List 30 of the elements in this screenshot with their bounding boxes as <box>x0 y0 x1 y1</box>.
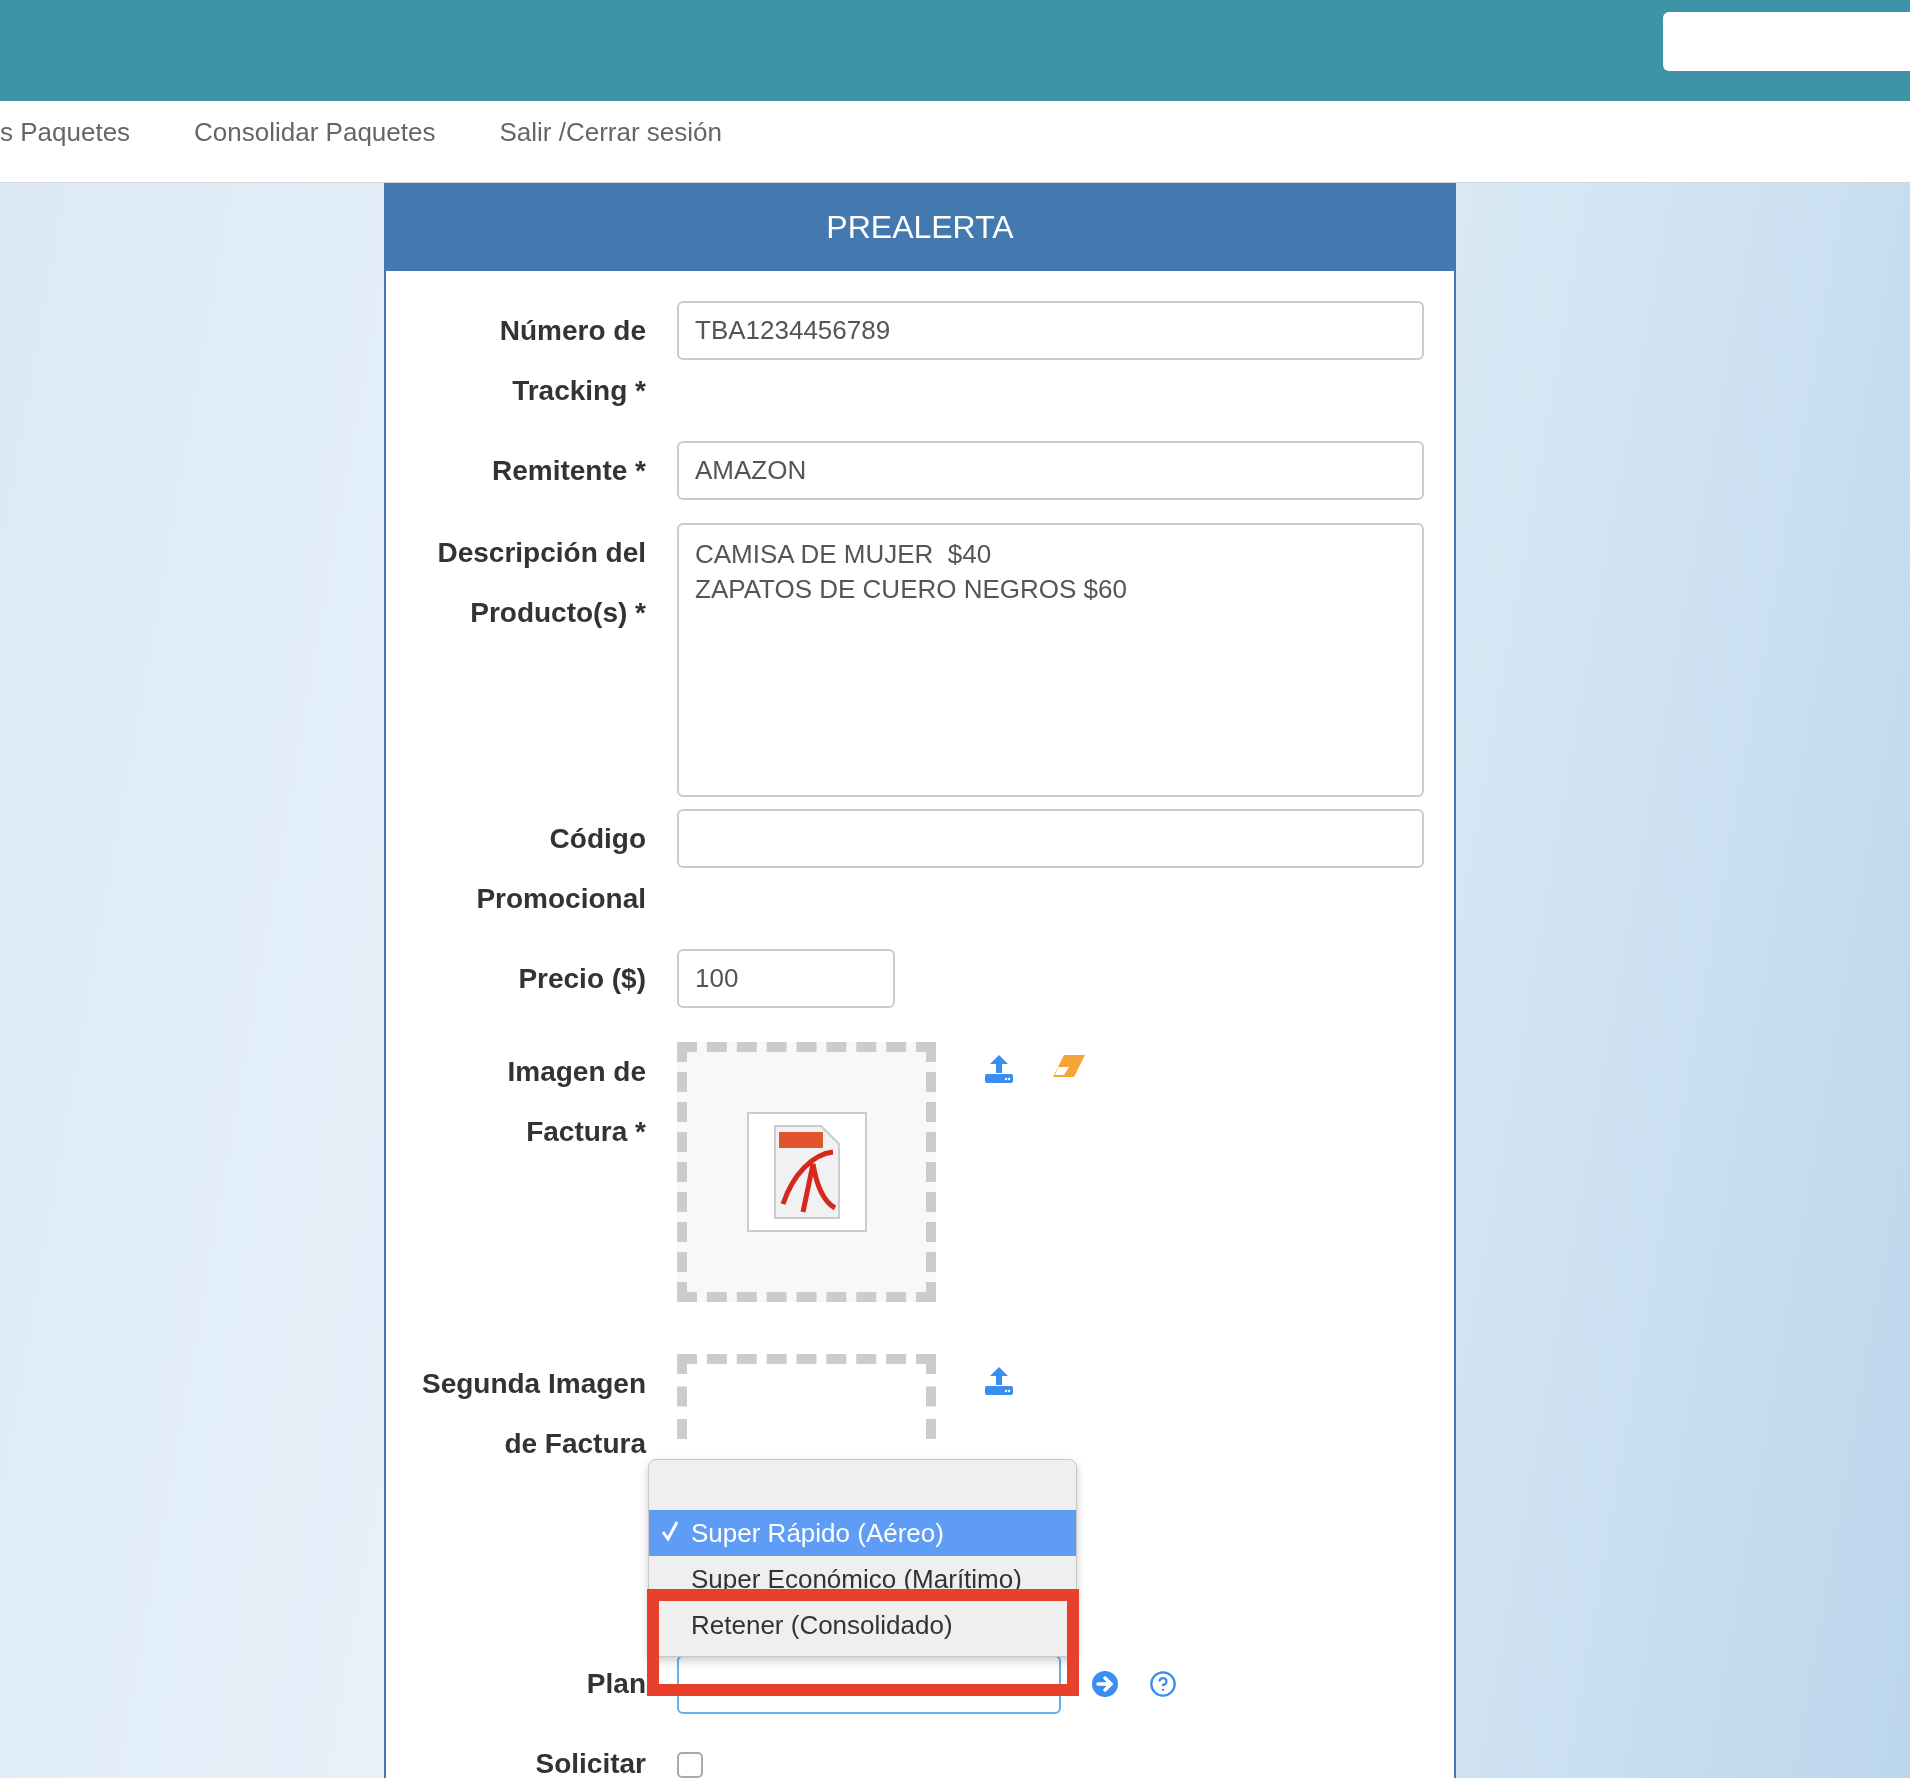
dropdown-option[interactable]: Super Económico (Marítimo) <box>649 1556 1076 1602</box>
field-label: Descripción del Producto(s) * <box>437 536 646 630</box>
text-input[interactable]: AMAZON <box>677 441 1424 500</box>
check-icon <box>661 1520 679 1542</box>
field-label: Imagen de Factura * <box>507 1055 646 1149</box>
field-label: Solicitar <box>535 1747 646 1778</box>
field-label: Precio ($) <box>518 962 646 996</box>
text-input[interactable]: TBA1234456789 <box>677 301 1424 360</box>
eraser-icon[interactable] <box>1052 1054 1086 1078</box>
text-input[interactable] <box>677 809 1424 868</box>
field-label: Remitente * <box>491 454 646 488</box>
checkbox[interactable] <box>677 1752 703 1778</box>
description-textarea[interactable]: CAMISA DE MUJER $40 ZAPATOS DE CUERO NEGROS $60 <box>677 523 1424 797</box>
help-icon[interactable] <box>1149 1670 1177 1698</box>
field-label: Segunda Imagen de Factura <box>421 1367 646 1461</box>
upload-icon[interactable] <box>984 1366 1014 1396</box>
arrow-right-icon[interactable] <box>1091 1670 1119 1698</box>
nav-link[interactable]: Salir /Cerrar sesión <box>499 117 722 148</box>
image-drop-zone[interactable] <box>677 1042 936 1302</box>
search-field[interactable] <box>1663 12 1910 71</box>
nav-link[interactable]: s Paquetes <box>0 117 131 148</box>
field-label: Número de Tracking * <box>499 314 646 408</box>
upload-icon[interactable] <box>984 1054 1014 1084</box>
field-label: Código Promocional <box>476 822 646 916</box>
pdf-file-icon <box>772 1124 841 1220</box>
nav-link[interactable]: Consolidar Paquetes <box>194 117 436 148</box>
panel-title: PREALERTA <box>386 183 1454 271</box>
price-input[interactable]: 100 <box>677 949 895 1008</box>
dropdown-option[interactable]: Retener (Consolidado) <box>649 1602 1076 1648</box>
field-label: Plan <box>586 1667 646 1701</box>
